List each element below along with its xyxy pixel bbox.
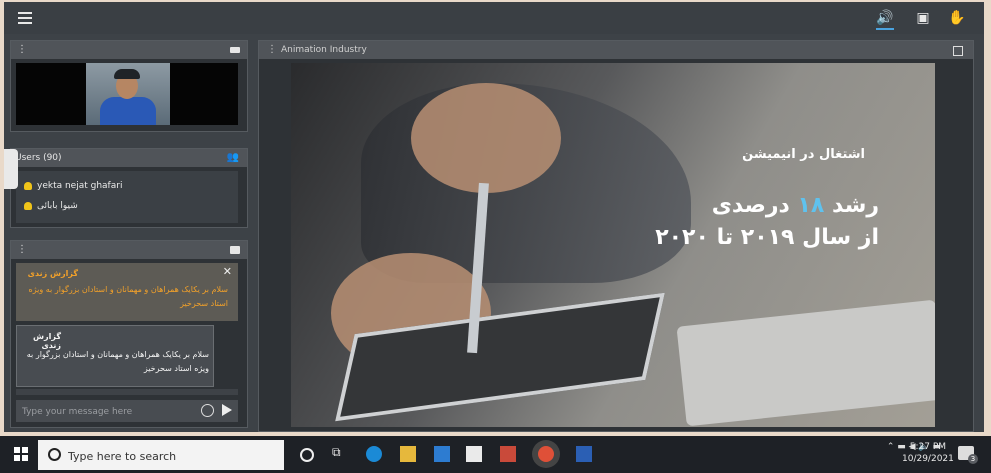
send-icon[interactable]	[222, 404, 232, 416]
cortana-icon[interactable]	[300, 448, 314, 462]
panel-options-icon[interactable]: ⋮	[267, 41, 277, 59]
webcam-panel: ⋮	[10, 40, 248, 132]
slide-growth-line: رشد ۱۸ درصدی	[712, 193, 879, 218]
user-icon	[24, 181, 32, 190]
panel-options-icon[interactable]: ⋮	[17, 41, 27, 59]
users-panel: Users (90) 👥 yekta nejat ghafari شیوا با…	[10, 148, 248, 228]
user-name: yekta nejat ghafari	[37, 181, 123, 191]
webcam-panel-header: ⋮	[11, 41, 247, 59]
taskbar-search-input[interactable]	[66, 446, 270, 466]
growth-prefix: رشد	[824, 193, 879, 218]
chat-panel-header: ⋮	[11, 241, 247, 259]
chat-scrollbar[interactable]	[16, 389, 238, 395]
search-icon	[48, 448, 61, 461]
user-item[interactable]: yekta nejat ghafari	[24, 181, 122, 191]
users-list: yekta nejat ghafari شیوا بابائی	[16, 171, 238, 223]
taskbar-search[interactable]	[38, 440, 284, 470]
store-icon[interactable]	[466, 446, 482, 462]
webcam-video	[16, 63, 238, 125]
presenter-body	[100, 97, 156, 125]
users-group-icon[interactable]: 👥	[227, 149, 239, 167]
growth-number: ۱۸	[797, 193, 825, 218]
top-bar: 🔊 ▣ ✋	[4, 2, 984, 34]
slide-hand-shape	[411, 83, 561, 193]
menu-icon[interactable]	[18, 12, 32, 24]
word-icon[interactable]	[576, 446, 592, 462]
user-item[interactable]: شیوا بابائی	[24, 201, 78, 211]
task-view-icon[interactable]: ⧉	[332, 445, 348, 461]
file-explorer-icon[interactable]	[400, 446, 416, 462]
chat-input-bar	[16, 400, 238, 422]
growth-suffix: درصدی	[711, 193, 798, 218]
conference-window: 🔊 ▣ ✋ ⋮ Users (90) 👥 yekta nejat ghafari…	[4, 2, 984, 432]
presentation-title: Animation Industry	[281, 45, 367, 55]
hand-raise-icon[interactable]: ✋	[948, 10, 966, 26]
sidebar-toggle[interactable]	[4, 149, 18, 189]
camera-icon[interactable]	[230, 47, 240, 53]
slide-year-range: از سال ۲۰۱۹ تا ۲۰۲۰	[655, 225, 879, 250]
chat-message: گزارش زندی سلام بر یکایک همراهان و مهمان…	[16, 325, 214, 387]
users-panel-header: Users (90) 👥	[11, 149, 247, 167]
notice-title: گزارش زندی	[27, 269, 78, 278]
windows-start-icon[interactable]	[14, 447, 28, 461]
emoji-icon[interactable]	[201, 404, 214, 417]
chat-panel: ⋮ ✕ گزارش زندی سلام بر یکایک همراهان و م…	[10, 240, 248, 428]
pinned-notice: ✕ گزارش زندی سلام بر یکایک همراهان و مهم…	[16, 263, 238, 321]
edge-browser-icon[interactable]	[366, 446, 382, 462]
presenter-cap	[114, 69, 140, 79]
notice-text: سلام بر یکایک همراهان و مهمانان و استادا…	[28, 285, 228, 308]
clock-date: 10/29/2021	[902, 454, 954, 464]
fullscreen-icon[interactable]	[953, 46, 963, 56]
presentation-panel: ⋮ Animation Industry اشتغال در انیمیشن ر…	[258, 40, 974, 432]
chrome-icon[interactable]	[538, 446, 554, 462]
chat-icon[interactable]	[230, 246, 240, 254]
windows-taskbar: ⧉ ⌃ ▬ ◀ 🔈 ▬ 5:27 PM 10/29/2021 3	[0, 436, 991, 473]
slide-laptop-shape	[676, 299, 935, 427]
users-title: Users (90)	[15, 153, 62, 163]
presentation-header: ⋮ Animation Industry	[259, 41, 973, 59]
notification-icon[interactable]: 3	[958, 446, 978, 464]
mail-icon[interactable]	[434, 446, 450, 462]
taskbar-clock[interactable]: 5:27 PM 10/29/2021	[902, 441, 954, 465]
notification-count: 3	[968, 454, 978, 464]
user-name: شیوا بابائی	[37, 201, 78, 211]
clock-time: 5:27 PM	[909, 442, 947, 452]
user-icon	[24, 201, 32, 210]
panel-options-icon[interactable]: ⋮	[17, 241, 27, 259]
screen-share-icon[interactable]: ▣	[914, 10, 932, 26]
close-icon[interactable]: ✕	[223, 265, 232, 278]
slide-heading: اشتغال در انیمیشن	[742, 147, 865, 162]
app-icon[interactable]	[500, 446, 516, 462]
speaker-icon[interactable]: 🔊	[876, 10, 894, 30]
presenter-video	[86, 63, 170, 125]
message-text: سلام بر یکایک همراهان و مهمانان و استادا…	[26, 350, 209, 373]
presentation-slide: اشتغال در انیمیشن رشد ۱۸ درصدی از سال ۲۰…	[291, 63, 935, 427]
chat-input[interactable]	[20, 402, 204, 422]
